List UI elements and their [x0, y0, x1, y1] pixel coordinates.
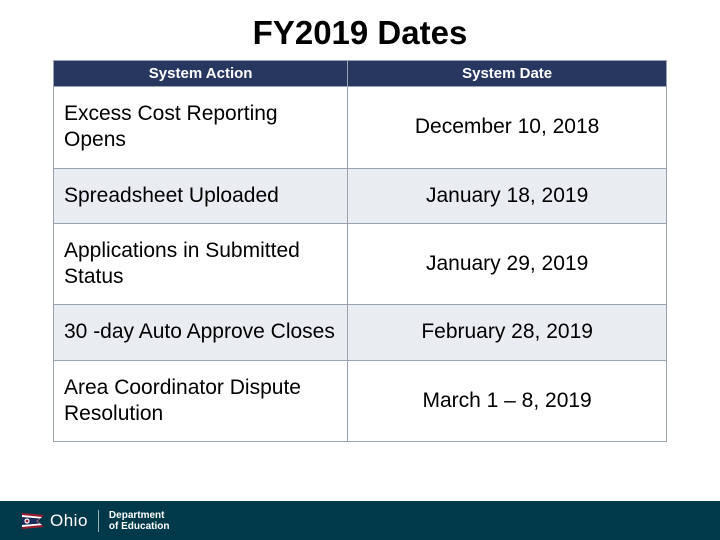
col-header-action: System Action	[54, 61, 348, 87]
table-row: 30 -day Auto Approve Closes February 28,…	[54, 305, 667, 360]
cell-date: March 1 – 8, 2019	[348, 360, 667, 442]
cell-date: December 10, 2018	[348, 87, 667, 169]
department-label: Department of Education	[109, 510, 170, 532]
table-row: Spreadsheet Uploaded January 18, 2019	[54, 168, 667, 223]
table-row: Applications in Submitted Status January…	[54, 223, 667, 305]
footer-bar: Ohio Department of Education	[0, 501, 720, 540]
cell-action: Applications in Submitted Status	[54, 223, 348, 305]
cell-action: Spreadsheet Uploaded	[54, 168, 348, 223]
footer-divider	[98, 510, 99, 532]
cell-date: January 18, 2019	[348, 168, 667, 223]
cell-action: Area Coordinator Dispute Resolution	[54, 360, 348, 442]
cell-action: 30 -day Auto Approve Closes	[54, 305, 348, 360]
col-header-date: System Date	[348, 61, 667, 87]
dates-table: System Action System Date Excess Cost Re…	[53, 60, 667, 442]
table-row: Excess Cost Reporting Opens December 10,…	[54, 87, 667, 169]
ohio-wordmark: Ohio	[50, 511, 88, 531]
cell-date: January 29, 2019	[348, 223, 667, 305]
cell-date: February 28, 2019	[348, 305, 667, 360]
ohio-logo: Ohio	[22, 511, 88, 531]
cell-action: Excess Cost Reporting Opens	[54, 87, 348, 169]
slide-title: FY2019 Dates	[0, 0, 720, 52]
table-row: Area Coordinator Dispute Resolution Marc…	[54, 360, 667, 442]
ohio-flag-icon	[22, 513, 44, 529]
